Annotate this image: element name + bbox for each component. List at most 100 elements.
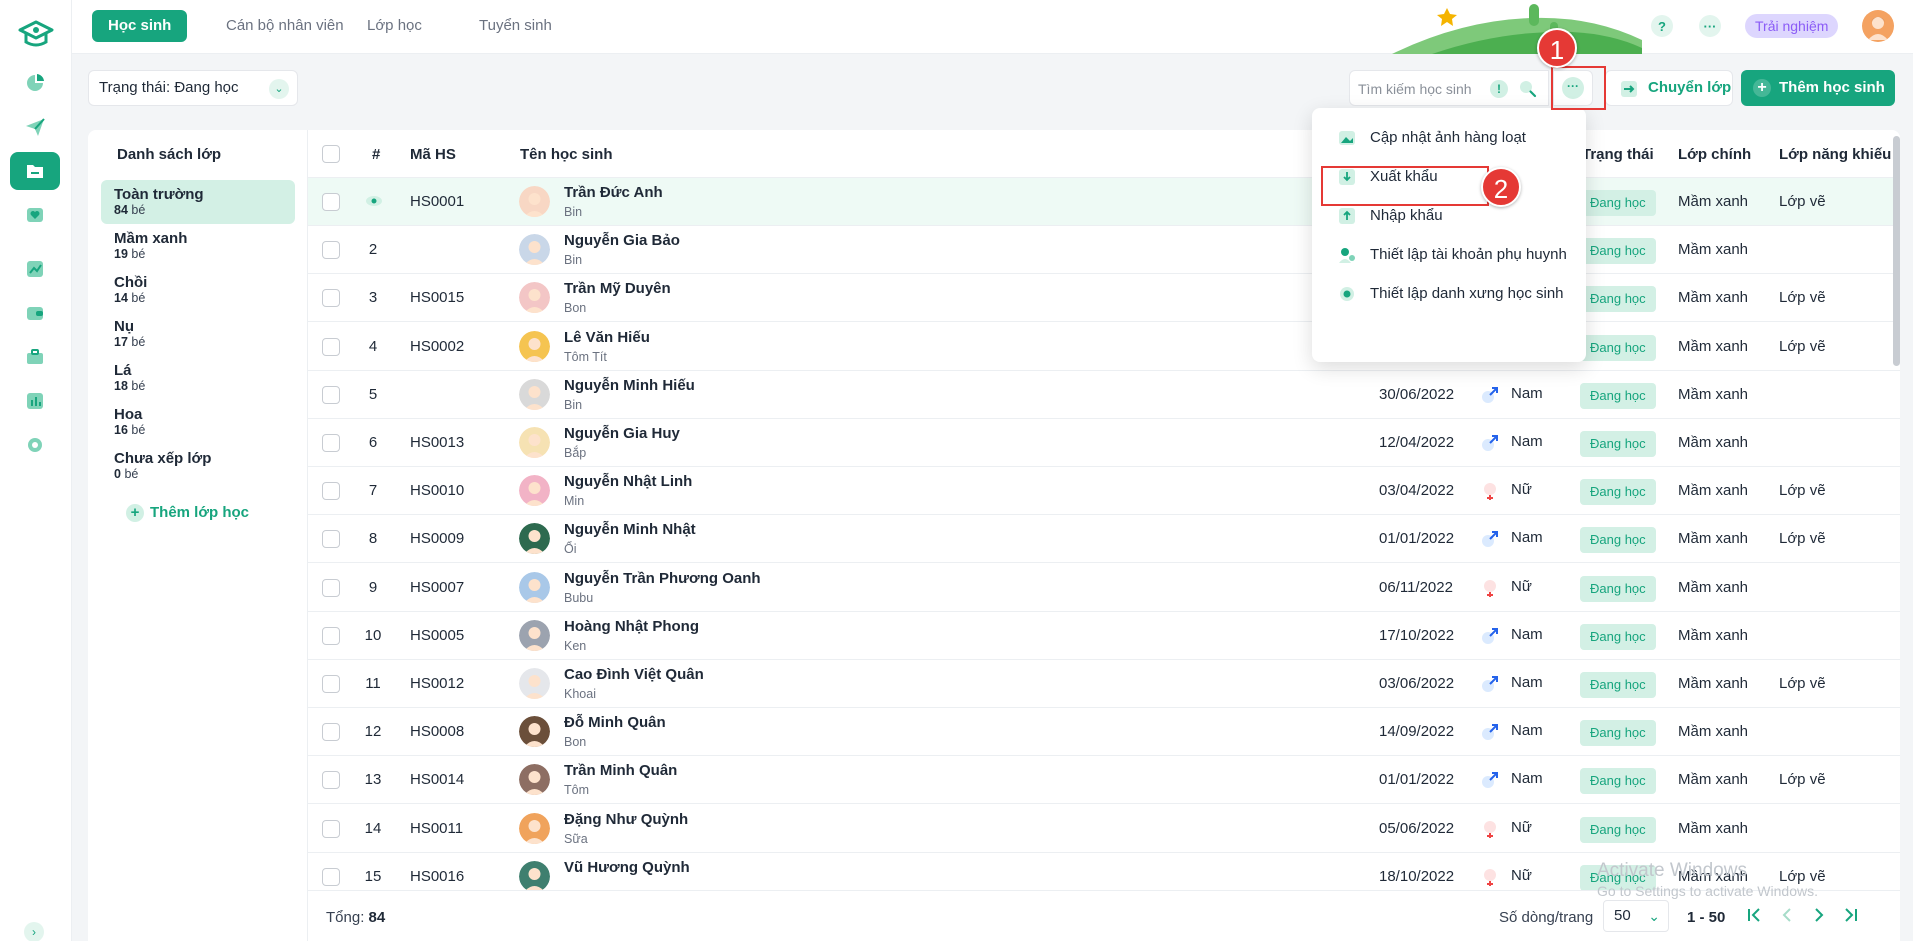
header-main-class[interactable]: Lớp chính bbox=[1678, 146, 1751, 163]
student-name[interactable]: Nguyễn Minh Hiếu bbox=[564, 377, 695, 394]
class-item[interactable]: Nụ 17 bé bbox=[101, 312, 295, 356]
class-item-unassigned[interactable]: Chưa xếp lớp 0 bé bbox=[101, 444, 295, 488]
table-scrollbar[interactable] bbox=[1893, 136, 1900, 366]
table-row[interactable]: 3 HS0015 Trần Mỹ Duyên Bon Đang học Mầm xanh L… bbox=[308, 274, 1900, 323]
student-name[interactable]: Nguyễn Gia Bảo bbox=[564, 232, 680, 249]
table-row[interactable]: 14 HS0011 Đặng Như Quỳnh Sữa 05/06/2022 Nữ Đan… bbox=[308, 805, 1900, 853]
row-checkbox[interactable] bbox=[322, 482, 340, 501]
rows-per-page-select[interactable]: 50 ⌄ bbox=[1603, 900, 1669, 932]
table-row[interactable]: 13 HS0014 Trần Minh Quân Tôm 01/01/2022 Nam Đa… bbox=[308, 756, 1900, 805]
rail-tasks[interactable] bbox=[10, 338, 60, 376]
status-filter-select[interactable]: Trạng thái: Đang học ⌄ bbox=[88, 70, 298, 106]
student-name[interactable]: Đỗ Minh Quân bbox=[564, 714, 666, 731]
student-name[interactable]: Nguyễn Gia Huy bbox=[564, 425, 680, 442]
next-page-icon[interactable] bbox=[1809, 905, 1829, 925]
row-checkbox[interactable] bbox=[322, 530, 340, 549]
menu-student-titles[interactable]: Thiết lập danh xưng học sinh bbox=[1338, 282, 1578, 306]
header-talent-class[interactable]: Lớp năng khiếu bbox=[1779, 146, 1891, 163]
student-name[interactable]: Vũ Hương Quỳnh bbox=[564, 859, 690, 876]
class-item[interactable]: Mầm xanh 19 bé bbox=[101, 224, 295, 268]
row-checkbox[interactable] bbox=[322, 193, 340, 211]
search-input[interactable] bbox=[1358, 79, 1488, 99]
tab-students[interactable]: Học sinh bbox=[92, 10, 188, 42]
student-name[interactable]: Nguyễn Minh Nhật bbox=[564, 521, 696, 538]
rail-dashboard[interactable] bbox=[10, 64, 60, 102]
main-class: Mầm xanh bbox=[1678, 241, 1749, 259]
row-checkbox[interactable] bbox=[322, 675, 340, 693]
row-checkbox[interactable] bbox=[322, 289, 340, 308]
student-name[interactable]: Hoàng Nhật Phong bbox=[564, 618, 699, 635]
header-status[interactable]: Trạng thái bbox=[1582, 146, 1654, 163]
table-row[interactable]: HS0001 Trần Đức Anh Bin Đang học Mầm xanh Lớp… bbox=[308, 178, 1900, 226]
student-name[interactable]: Trần Đức Anh bbox=[564, 184, 663, 201]
header-name[interactable]: Tên học sinh bbox=[520, 146, 613, 163]
row-checkbox[interactable] bbox=[322, 723, 340, 742]
class-count: 84 bé bbox=[114, 203, 146, 217]
prev-page-icon[interactable] bbox=[1777, 905, 1797, 925]
student-name[interactable]: Nguyễn Trần Phương Oanh bbox=[564, 570, 761, 587]
info-icon[interactable]: ! bbox=[1490, 80, 1508, 98]
student-name[interactable]: Trần Mỹ Duyên bbox=[564, 280, 671, 297]
tab-staff[interactable]: Cán bộ nhân viên bbox=[210, 10, 360, 42]
main-class: Mầm xanh bbox=[1678, 675, 1749, 692]
table-row[interactable]: 10 HS0005 Hoàng Nhật Phong Ken 17/10/2022 Nam… bbox=[308, 612, 1900, 660]
class-item[interactable]: Lá 18 bé bbox=[101, 356, 295, 400]
add-student-button[interactable]: + Thêm học sinh bbox=[1741, 70, 1895, 106]
help-icon[interactable]: ? bbox=[1651, 15, 1673, 37]
main-class: Mầm xanh bbox=[1678, 578, 1749, 596]
row-checkbox[interactable] bbox=[322, 626, 340, 645]
header-code[interactable]: Mã HS bbox=[410, 146, 456, 163]
row-checkbox[interactable] bbox=[322, 578, 340, 597]
table-row[interactable]: 7 HS0010 Nguyễn Nhật Linh Min 03/04/2022 Nữ Đa… bbox=[308, 467, 1900, 516]
row-checkbox[interactable] bbox=[322, 867, 340, 886]
rail-messages[interactable] bbox=[10, 108, 60, 146]
last-page-icon[interactable] bbox=[1841, 905, 1861, 925]
user-avatar[interactable] bbox=[1862, 10, 1894, 42]
rail-health[interactable] bbox=[10, 196, 60, 234]
table-row[interactable]: 5 Nguyễn Minh Hiếu Bin 30/06/2022 Nam Đang họ… bbox=[308, 371, 1900, 419]
rail-students[interactable] bbox=[10, 152, 60, 190]
student-name[interactable]: Cao Đình Việt Quân bbox=[564, 666, 704, 683]
rail-wallet[interactable] bbox=[10, 294, 60, 332]
row-checkbox[interactable] bbox=[322, 241, 340, 260]
class-item[interactable]: Hoa 16 bé bbox=[101, 400, 295, 444]
class-item[interactable]: Chồi 14 bé bbox=[101, 268, 295, 312]
rail-settings[interactable] bbox=[10, 426, 60, 464]
trial-badge[interactable]: Trải nghiệm bbox=[1745, 14, 1839, 38]
row-checkbox[interactable] bbox=[322, 385, 340, 404]
student-name[interactable]: Trần Minh Quân bbox=[564, 762, 677, 779]
rail-reports[interactable] bbox=[10, 250, 60, 288]
app-logo-icon[interactable] bbox=[16, 16, 56, 52]
student-name[interactable]: Lê Văn Hiếu bbox=[564, 329, 650, 346]
table-row[interactable]: 6 HS0013 Nguyễn Gia Huy Bắp 12/04/2022 Nam Đan… bbox=[308, 419, 1900, 467]
class-item-whole-school[interactable]: Toàn trường 84 bé bbox=[101, 180, 295, 224]
tab-classes[interactable]: Lớp học bbox=[351, 10, 438, 42]
eye-icon[interactable] bbox=[365, 194, 383, 208]
menu-parent-accounts[interactable]: Thiết lập tài khoản phụ huynh bbox=[1338, 243, 1578, 267]
first-page-icon[interactable] bbox=[1744, 905, 1764, 925]
row-checkbox[interactable] bbox=[322, 337, 340, 356]
student-name[interactable]: Đặng Như Quỳnh bbox=[564, 811, 688, 828]
menu-bulk-photo-update[interactable]: Cập nhật ảnh hàng loạt bbox=[1338, 126, 1578, 150]
menu-import[interactable]: Nhập khẩu bbox=[1338, 204, 1578, 228]
tab-admissions[interactable]: Tuyển sinh bbox=[463, 10, 568, 42]
talent-class: Lớp vẽ bbox=[1779, 675, 1826, 692]
student-name[interactable]: Nguyễn Nhật Linh bbox=[564, 473, 692, 490]
row-checkbox[interactable] bbox=[322, 771, 340, 790]
more-options-icon[interactable]: ··· bbox=[1699, 15, 1721, 37]
add-class-button[interactable]: + Thêm lớp học bbox=[126, 504, 249, 522]
status-badge: Đang học bbox=[1580, 768, 1656, 795]
row-checkbox[interactable] bbox=[322, 434, 340, 452]
table-row[interactable]: 9 HS0007 Nguyễn Trần Phương Oanh Bubu 06/11/… bbox=[308, 564, 1900, 612]
rail-statistics[interactable] bbox=[10, 382, 60, 420]
expand-rail-icon[interactable]: › bbox=[24, 922, 44, 941]
table-row[interactable]: 2 Nguyễn Gia Bảo Bin Đang học Mầm xanh bbox=[308, 226, 1900, 275]
table-row[interactable]: 4 HS0002 Lê Văn Hiếu Tôm Tít Đang học Mầm xan… bbox=[308, 323, 1900, 371]
move-class-button[interactable]: Chuyển lớp bbox=[1605, 70, 1733, 106]
search-icon[interactable] bbox=[1518, 79, 1538, 99]
table-row[interactable]: 11 HS0012 Cao Đình Việt Quân Khoai 03/06/202… bbox=[308, 660, 1900, 708]
table-row[interactable]: 12 HS0008 Đỗ Minh Quân Bon 14/09/2022 Nam Đang… bbox=[308, 708, 1900, 757]
table-row[interactable]: 8 HS0009 Nguyễn Minh Nhật Ổi 01/01/2022 Nam Đa… bbox=[308, 515, 1900, 564]
row-checkbox[interactable] bbox=[322, 819, 340, 838]
select-all-checkbox[interactable] bbox=[322, 145, 340, 163]
